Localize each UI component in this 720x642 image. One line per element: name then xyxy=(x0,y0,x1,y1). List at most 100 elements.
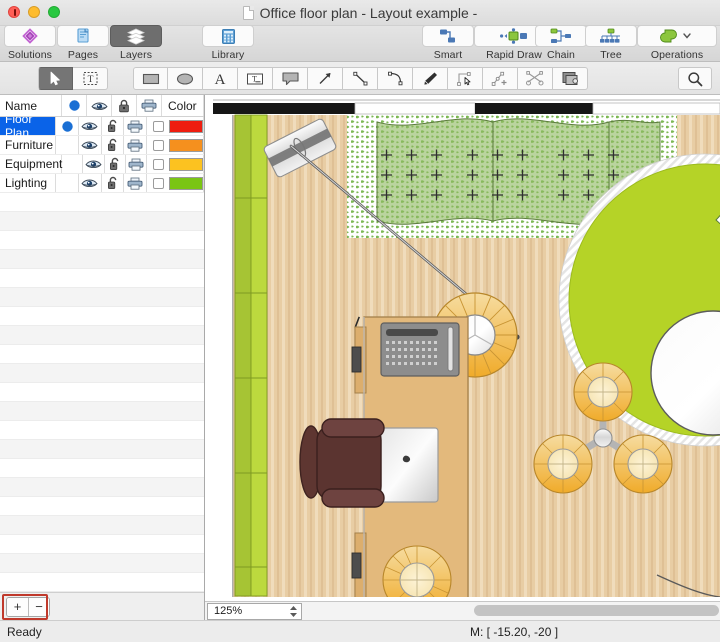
layer-empty-row[interactable] xyxy=(0,193,204,212)
toolbar-button-smart[interactable]: Smart xyxy=(420,25,476,61)
layer-visible-toggle[interactable] xyxy=(79,117,102,135)
zoom-stepper-icon[interactable] xyxy=(289,605,298,618)
layer-empty-row[interactable] xyxy=(0,440,204,459)
layer-row-equipment[interactable]: Equipment xyxy=(0,155,204,174)
layer-empty-row[interactable] xyxy=(0,383,204,402)
toolbar-button-operations[interactable]: Operations xyxy=(633,25,720,61)
layer-color-swatch[interactable] xyxy=(169,120,203,133)
layer-empty-row[interactable] xyxy=(0,497,204,516)
layer-name[interactable]: Furniture xyxy=(0,136,56,154)
layer-empty-row[interactable] xyxy=(0,554,204,573)
layer-color-swatch[interactable] xyxy=(169,139,203,152)
layer-empty-row[interactable] xyxy=(0,326,204,345)
toolbar-button-pages[interactable]: Pages xyxy=(55,25,111,61)
layer-empty-row[interactable] xyxy=(0,364,204,383)
remove-layer-button[interactable]: − xyxy=(28,598,49,616)
canvas-viewport[interactable]: Lighting xyxy=(205,95,720,601)
layer-visible-toggle[interactable] xyxy=(79,136,102,154)
arrow-tool-button[interactable] xyxy=(308,67,343,90)
edit-point-tool-button[interactable] xyxy=(448,67,483,90)
arc-tool-button[interactable] xyxy=(378,67,413,90)
layer-empty-row[interactable] xyxy=(0,288,204,307)
layer-empty-row[interactable] xyxy=(0,231,204,250)
layer-lock-toggle[interactable] xyxy=(102,117,125,135)
layer-empty-row[interactable] xyxy=(0,516,204,535)
layer-empty-row[interactable] xyxy=(0,421,204,440)
layer-empty-row[interactable] xyxy=(0,573,204,592)
layer-color-checkbox[interactable] xyxy=(153,121,164,132)
layer-name[interactable]: Equipment xyxy=(0,155,62,173)
line-tool-button[interactable] xyxy=(343,67,378,90)
pointer-tool-button[interactable] xyxy=(38,67,73,90)
layer-empty-row[interactable] xyxy=(0,402,204,421)
floor-plan-drawing[interactable]: Lighting xyxy=(205,95,720,597)
add-layer-button[interactable]: + xyxy=(7,598,28,616)
layer-visible-toggle[interactable] xyxy=(83,155,104,173)
horizontal-scrollbar[interactable] xyxy=(302,602,720,621)
text-box-tool-button[interactable]: T xyxy=(238,67,273,90)
layer-color-cell[interactable] xyxy=(147,174,204,192)
layer-active-toggle[interactable] xyxy=(56,136,79,154)
arc-icon xyxy=(387,71,404,86)
column-header-print[interactable] xyxy=(137,95,162,116)
toolbar-button-tree[interactable]: Tree xyxy=(583,25,639,61)
horizontal-scrollbar-thumb[interactable] xyxy=(474,605,719,616)
text-tool-button[interactable]: A xyxy=(203,67,238,90)
layer-active-toggle[interactable] xyxy=(56,174,79,192)
layer-empty-row[interactable] xyxy=(0,307,204,326)
layer-empty-row[interactable] xyxy=(0,459,204,478)
layer-print-toggle[interactable] xyxy=(126,155,147,173)
zoom-level-control[interactable]: 125% xyxy=(207,603,302,620)
layer-color-cell[interactable] xyxy=(147,155,204,173)
callout-tool-button[interactable] xyxy=(273,67,308,90)
layer-row-furniture[interactable]: Furniture xyxy=(0,136,204,155)
layer-visible-toggle[interactable] xyxy=(79,174,102,192)
layer-lock-toggle[interactable] xyxy=(102,174,125,192)
layer-empty-row[interactable] xyxy=(0,212,204,231)
search-button[interactable] xyxy=(678,67,712,90)
ellipse-icon xyxy=(175,72,195,86)
layer-color-cell[interactable] xyxy=(147,117,204,135)
layer-print-toggle[interactable] xyxy=(124,117,147,135)
layer-active-toggle[interactable] xyxy=(56,117,79,135)
arrow-icon xyxy=(317,71,334,86)
rectangle-tool-button[interactable] xyxy=(133,67,168,90)
layer-empty-row[interactable] xyxy=(0,345,204,364)
layer-name[interactable]: Lighting xyxy=(0,174,56,192)
layer-color-checkbox[interactable] xyxy=(153,159,164,170)
layer-empty-row[interactable] xyxy=(0,478,204,497)
layer-color-cell[interactable] xyxy=(147,136,204,154)
layer-lock-toggle[interactable] xyxy=(105,155,126,173)
pen-tool-button[interactable] xyxy=(413,67,448,90)
layer-active-toggle[interactable] xyxy=(62,155,83,173)
layer-color-checkbox[interactable] xyxy=(153,140,164,151)
ellipse-tool-button[interactable] xyxy=(168,67,203,90)
layer-empty-row[interactable] xyxy=(0,269,204,288)
layer-row-floor-plan[interactable]: Floor Plan xyxy=(0,117,204,136)
layer-row-lighting[interactable]: Lighting xyxy=(0,174,204,193)
layer-color-swatch[interactable] xyxy=(169,177,203,190)
text-select-tool-button[interactable]: T xyxy=(73,67,108,90)
column-header-locked[interactable] xyxy=(112,95,137,116)
shadow-tool-button[interactable] xyxy=(553,67,588,90)
layer-empty-row[interactable] xyxy=(0,250,204,269)
layer-print-toggle[interactable] xyxy=(124,174,147,192)
toolbar-button-chain[interactable]: Chain xyxy=(533,25,589,61)
toolbar-button-layers[interactable]: Layers xyxy=(108,25,164,61)
column-header-color[interactable]: Color xyxy=(162,95,204,116)
toolbar-button-solutions[interactable]: Solutions xyxy=(2,25,58,61)
chain-icon-container xyxy=(535,25,587,47)
cut-tool-button[interactable] xyxy=(518,67,553,90)
column-header-visible[interactable] xyxy=(87,95,112,116)
column-header-active[interactable] xyxy=(62,95,87,116)
layer-empty-row[interactable] xyxy=(0,535,204,554)
layer-name[interactable]: Floor Plan xyxy=(0,117,56,135)
layer-color-checkbox[interactable] xyxy=(153,178,164,189)
add-point-tool-button[interactable] xyxy=(483,67,518,90)
library-icon xyxy=(220,28,237,45)
toolbar-button-library[interactable]: Library xyxy=(200,25,256,61)
column-header-name[interactable]: Name xyxy=(0,95,62,116)
layer-print-toggle[interactable] xyxy=(124,136,147,154)
layer-color-swatch[interactable] xyxy=(169,158,203,171)
layer-lock-toggle[interactable] xyxy=(102,136,125,154)
